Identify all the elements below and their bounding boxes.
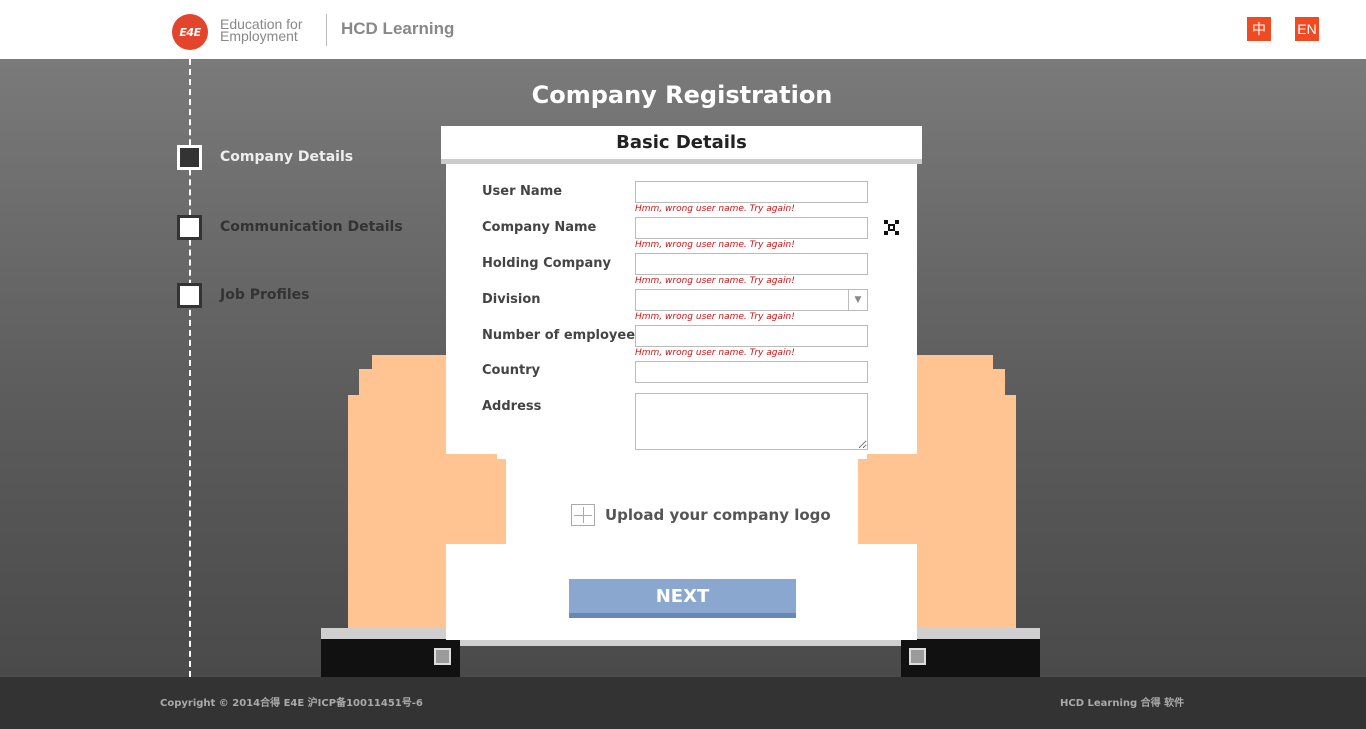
main-area: Company Details Communication Details Jo… [0,59,1366,677]
company-name-label: Company Name [482,220,597,235]
user-name-label: User Name [482,184,563,199]
footer-brand: HCD Learning 合得 软件 [1060,698,1185,709]
country-input[interactable] [635,361,868,383]
company-name-input[interactable] [635,217,868,239]
page-title: Company Registration [531,81,833,109]
address-label: Address [482,399,542,414]
site-footer: Copyright © 2014合得 E4E 沪ICP备10011451号-6 … [0,677,1366,729]
brand-name: HCD Learning [341,19,455,38]
step-label-job-profiles[interactable]: Job Profiles [220,287,310,303]
right-thumb-shape [858,454,920,544]
site-header: E4E Education for Employment HCD Learnin… [0,0,1366,59]
holding-company-input[interactable] [635,253,868,275]
paper-edge [460,640,901,646]
form-paper [506,454,858,549]
country-label: Country [482,363,541,378]
division-select[interactable]: ▼ [635,289,868,311]
logo-text: Education for Employment [220,16,303,44]
chevron-down-icon[interactable]: ▼ [848,290,867,310]
next-button[interactable]: NEXT [569,579,796,618]
language-english-button[interactable]: EN [1295,17,1319,41]
step-label-company-details[interactable]: Company Details [220,149,353,165]
division-label: Division [482,292,541,307]
division-error: Hmm, wrong user name. Try again! [635,312,795,322]
step-marker-job-profiles[interactable] [177,283,202,308]
number-of-employees-label: Number of employees [482,328,643,343]
company-name-error: Hmm, wrong user name. Try again! [635,240,795,250]
copyright-text: Copyright © 2014合得 E4E 沪ICP备10011451号-6 [160,698,423,709]
clear-field-icon[interactable] [884,220,899,235]
number-of-employees-input[interactable] [635,325,868,347]
left-thumb-shape [444,454,506,544]
card-title: Basic Details [441,126,922,164]
address-textarea[interactable] [635,393,868,450]
number-of-employees-error: Hmm, wrong user name. Try again! [635,348,795,358]
step-marker-company-details[interactable] [177,145,202,170]
right-cuff [901,628,1040,639]
left-cuff [321,628,460,639]
holding-company-error: Hmm, wrong user name. Try again! [635,276,795,286]
left-cufflink-icon [434,648,451,665]
upload-logo-link[interactable]: Upload your company logo [605,506,831,524]
step-label-communication-details[interactable]: Communication Details [220,219,403,235]
holding-company-label: Holding Company [482,256,611,271]
language-chinese-button[interactable]: 中 [1247,17,1271,41]
upload-plus-icon[interactable] [571,504,595,526]
user-name-error: Hmm, wrong user name. Try again! [635,204,795,214]
e4e-logo-icon[interactable]: E4E [172,14,208,50]
right-cufflink-icon [909,648,926,665]
step-marker-communication-details[interactable] [177,215,202,240]
user-name-input[interactable] [635,181,868,203]
logo-divider [326,14,327,46]
